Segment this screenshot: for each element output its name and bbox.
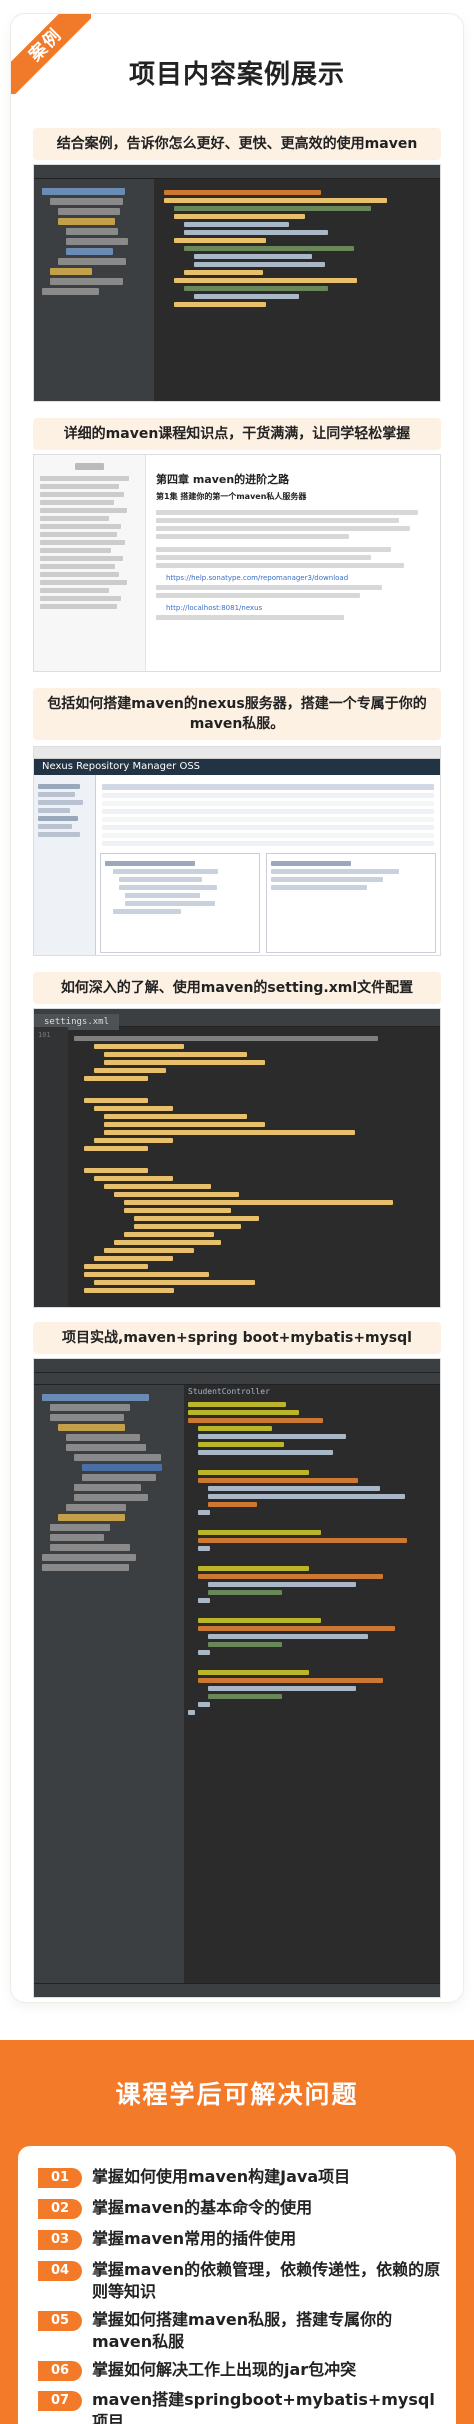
doc-local-link[interactable]: http://localhost:8081/nexus <box>166 604 432 612</box>
screenshot-nexus: Nexus Repository Manager OSS <box>33 746 441 956</box>
item-text: 掌握maven的基本命令的使用 <box>92 2198 313 2217</box>
list-item: 07 maven搭建springboot+mybatis+mysql项目 <box>38 2389 448 2424</box>
page-title: 项目内容案例展示 <box>128 60 345 90</box>
screenshot-ide-pom <box>33 164 441 402</box>
section-caption-4: 如何深入的了解、使用maven的setting.xml文件配置 <box>33 972 441 1004</box>
screenshot-settings-xml: settings.xml 101 <box>33 1008 441 1308</box>
screenshot-ide-project: StudentController <box>33 1358 441 1998</box>
section-caption-5: 项目实战,maven+spring boot+mybatis+mysql <box>33 1322 441 1354</box>
section-caption-1: 结合案例，告诉你怎么更好、更快、更高效的使用maven <box>33 128 441 160</box>
item-number: 02 <box>38 2199 82 2219</box>
list-item: 01 掌握如何使用maven构建Java项目 <box>38 2166 448 2188</box>
outcomes-list: 01 掌握如何使用maven构建Java项目 02 掌握maven的基本命令的使… <box>18 2146 456 2424</box>
controller-class-name: StudentController <box>188 1387 270 1396</box>
item-number: 01 <box>38 2168 82 2188</box>
item-text: 掌握如何解决工作上出现的jar包冲突 <box>92 2360 357 2379</box>
item-text: 掌握maven常用的插件使用 <box>92 2229 297 2248</box>
screenshot-course-doc: 第四章 maven的进阶之路 第1集 搭建你的第一个maven私人服务器 htt… <box>33 454 441 672</box>
list-item: 02 掌握maven的基本命令的使用 <box>38 2197 448 2219</box>
item-number: 03 <box>38 2230 82 2250</box>
section-caption-2: 详细的maven课程知识点，干货满满，让同学轻松掌握 <box>33 418 441 450</box>
doc-section-title: 第1集 搭建你的第一个maven私人服务器 <box>156 492 307 501</box>
item-text: 掌握如何使用maven构建Java项目 <box>92 2167 351 2186</box>
list-item: 06 掌握如何解决工作上出现的jar包冲突 <box>38 2359 448 2381</box>
outcomes-title: 课程学后可解决问题 <box>115 2080 359 2109</box>
list-item: 04 掌握maven的依赖管理，依赖传递性，依赖的原则等知识 <box>38 2259 448 2303</box>
item-number: 04 <box>38 2261 82 2281</box>
item-number: 05 <box>38 2311 82 2331</box>
list-item: 03 掌握maven常用的插件使用 <box>38 2228 448 2250</box>
doc-download-link[interactable]: https://help.sonatype.com/repomanager3/d… <box>166 574 432 582</box>
showcase-card: 案例 项目内容案例展示 结合案例，告诉你怎么更好、更快、更高效的使用maven <box>11 14 463 2002</box>
nexus-title-bar: Nexus Repository Manager OSS <box>34 759 440 775</box>
item-number: 07 <box>38 2391 82 2411</box>
item-text: 掌握如何搭建maven私服，搭建专属你的maven私服 <box>92 2310 393 2351</box>
item-number: 06 <box>38 2361 82 2381</box>
doc-chapter-title: 第四章 maven的进阶之路 <box>156 473 290 486</box>
item-text: 掌握maven的依赖管理，依赖传递性，依赖的原则等知识 <box>92 2260 441 2301</box>
xml-first-line-number: 101 <box>38 1031 51 1039</box>
section-caption-3: 包括如何搭建maven的nexus服务器，搭建一个专属于你的maven私服。 <box>33 688 441 740</box>
list-item: 05 掌握如何搭建maven私服，搭建专属你的maven私服 <box>38 2309 448 2353</box>
item-text: maven搭建springboot+mybatis+mysql项目 <box>92 2390 435 2424</box>
